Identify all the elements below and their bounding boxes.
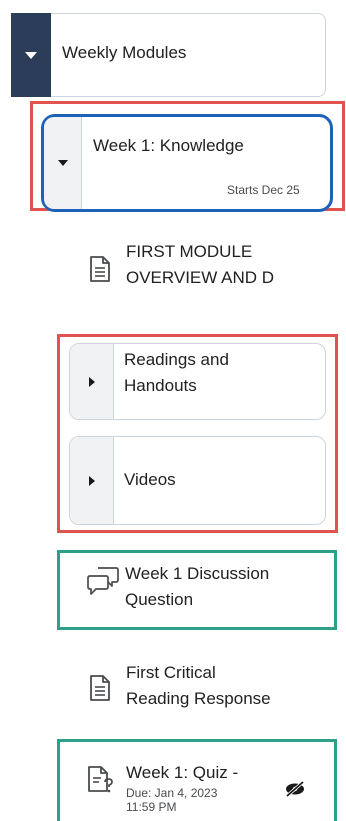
readings-line1: Readings and [124, 350, 229, 369]
quiz-item-link[interactable]: Week 1: Quiz - Due: Jan 4, 2023 11:59 PM [126, 760, 238, 814]
videos-title[interactable]: Videos [124, 467, 176, 493]
critical-response-item-link[interactable]: First Critical Reading Response [126, 660, 271, 712]
week-title[interactable]: Week 1: Knowledge [93, 136, 244, 156]
hidden-eye-icon [284, 780, 306, 803]
module-title[interactable]: Weekly Modules [62, 43, 186, 63]
readings-title[interactable]: Readings and Handouts [124, 347, 229, 399]
module-collapse-toggle[interactable] [11, 13, 51, 97]
quiz-due-date: Due: Jan 4, 2023 [126, 786, 218, 800]
discussion-icon [86, 566, 120, 601]
week-collapse-toggle[interactable] [44, 117, 82, 209]
videos-expand-toggle[interactable] [70, 437, 114, 524]
chevron-right-icon [88, 475, 95, 486]
caret-down-icon [25, 51, 37, 59]
document-icon [89, 674, 111, 707]
document-icon [89, 255, 111, 288]
readings-expand-toggle[interactable] [70, 344, 114, 419]
overview-item-link[interactable]: FIRST MODULE OVERVIEW AND D [126, 239, 274, 291]
critical-line2: Reading Response [126, 689, 271, 708]
quiz-title: Week 1: Quiz - [126, 763, 239, 782]
overview-line2: OVERVIEW AND D [126, 268, 274, 287]
overview-line1: FIRST MODULE [126, 242, 253, 261]
discussion-item-link[interactable]: Week 1 Discussion Question [125, 561, 269, 613]
readings-line2: Handouts [124, 376, 197, 395]
caret-down-icon [57, 160, 68, 166]
week-card[interactable] [41, 114, 333, 212]
critical-line1: First Critical [126, 663, 216, 682]
quiz-icon [87, 765, 115, 800]
discussion-line2: Question [125, 590, 194, 609]
discussion-line1: Week 1 Discussion [125, 564, 270, 583]
chevron-right-icon [88, 376, 95, 387]
week-start-date: Starts Dec 25 [227, 183, 300, 197]
quiz-due-time: 11:59 PM [126, 800, 177, 814]
